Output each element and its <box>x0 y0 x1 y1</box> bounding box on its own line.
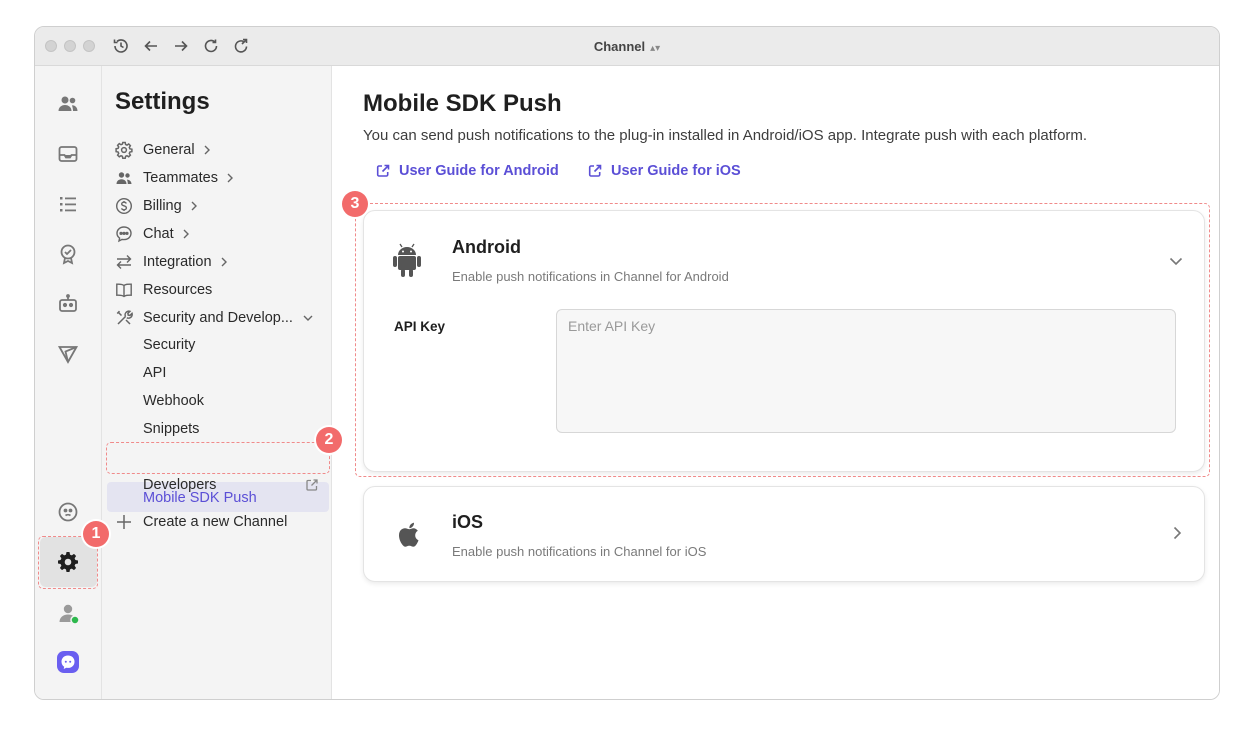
sidebar-item-label: Billing <box>143 198 182 214</box>
sidebar-item-label: Resources <box>143 282 213 298</box>
sidebar-subitem-developers[interactable]: Developers <box>143 477 216 493</box>
ios-card[interactable]: iOS Enable push notifications in Channel… <box>363 486 1205 582</box>
sidebar-item-chat[interactable]: Chat <box>115 223 190 245</box>
sidebar-item-label: General <box>143 142 195 158</box>
window-title[interactable]: Channel ▴▾ <box>35 39 1219 54</box>
chevron-right-icon[interactable] <box>1172 526 1182 540</box>
annotation-box-2 <box>106 442 330 474</box>
plus-icon <box>115 513 133 531</box>
ios-guide-link[interactable]: User Guide for iOS <box>587 163 741 179</box>
window-title-text: Channel <box>593 39 646 54</box>
annotation-badge-2: 2 <box>316 427 342 453</box>
sidebar-item-billing[interactable]: Billing <box>115 195 198 217</box>
ios-title: iOS <box>452 512 484 532</box>
badge-check-icon[interactable] <box>56 242 80 266</box>
chevron-down-icon <box>303 314 313 322</box>
sidebar-item-integration[interactable]: Integration <box>115 251 228 273</box>
dollar-icon <box>115 197 133 215</box>
people-icon <box>115 169 133 187</box>
page-description: You can send push notifications to the p… <box>363 127 1088 144</box>
title-bar: Channel ▴▾ <box>35 27 1219 66</box>
sidebar-item-general[interactable]: General <box>115 139 211 161</box>
chat-bubble-icon <box>115 225 133 243</box>
sidebar-subitem-webhook[interactable]: Webhook <box>143 393 204 409</box>
chevron-right-icon <box>203 145 211 155</box>
annotation-box-3 <box>355 203 1210 477</box>
inbox-icon[interactable] <box>56 142 80 166</box>
settings-sidebar: Settings General Teammates Billing Chat … <box>102 66 332 699</box>
sidebar-item-resources[interactable]: Resources <box>115 279 212 301</box>
sidebar-item-label: Security and Develop... <box>143 310 293 326</box>
app-rail <box>35 66 102 699</box>
sidebar-item-label: Chat <box>143 226 174 242</box>
book-icon <box>115 281 133 299</box>
bot-icon[interactable] <box>56 292 80 316</box>
gear-icon <box>115 141 133 159</box>
chevron-right-icon <box>220 257 228 267</box>
chevron-right-icon <box>226 173 234 183</box>
sidebar-subitem-api[interactable]: API <box>143 365 166 381</box>
android-guide-label: User Guide for Android <box>399 163 559 179</box>
smiley-status-icon[interactable] <box>56 500 80 524</box>
send-icon[interactable] <box>56 342 80 366</box>
sidebar-subitem-security[interactable]: Security <box>143 337 195 353</box>
page-title: Mobile SDK Push <box>363 90 562 117</box>
external-link-icon <box>376 164 390 177</box>
arrows-icon <box>115 253 133 271</box>
chevron-right-icon <box>190 201 198 211</box>
updown-chevron-icon: ▴▾ <box>650 43 661 54</box>
task-list-icon[interactable] <box>56 192 80 216</box>
contacts-icon[interactable] <box>56 92 80 116</box>
ios-subtitle: Enable push notifications in Channel for… <box>452 544 707 559</box>
create-channel-label: Create a new Channel <box>143 514 288 530</box>
create-channel-button[interactable]: Create a new Channel <box>115 511 287 533</box>
user-avatar[interactable] <box>56 601 80 625</box>
sidebar-item-label: Integration <box>143 254 212 270</box>
settings-title: Settings <box>115 88 210 115</box>
sidebar-item-label: Teammates <box>143 170 218 186</box>
external-link-icon <box>588 164 602 177</box>
ios-guide-label: User Guide for iOS <box>611 163 741 179</box>
chevron-right-icon <box>182 229 190 239</box>
sidebar-subitem-snippets[interactable]: Snippets <box>143 421 199 437</box>
external-link-icon <box>305 478 319 492</box>
sidebar-item-teammates[interactable]: Teammates <box>115 167 234 189</box>
sidebar-item-security-and-developers[interactable]: Security and Develop... <box>115 307 313 329</box>
tools-icon <box>115 309 133 327</box>
apple-icon <box>394 518 422 550</box>
android-guide-link[interactable]: User Guide for Android <box>375 163 559 179</box>
channel-logo-icon[interactable] <box>56 650 80 674</box>
annotation-badge-3: 3 <box>342 191 368 217</box>
annotation-badge-1: 1 <box>83 521 109 547</box>
